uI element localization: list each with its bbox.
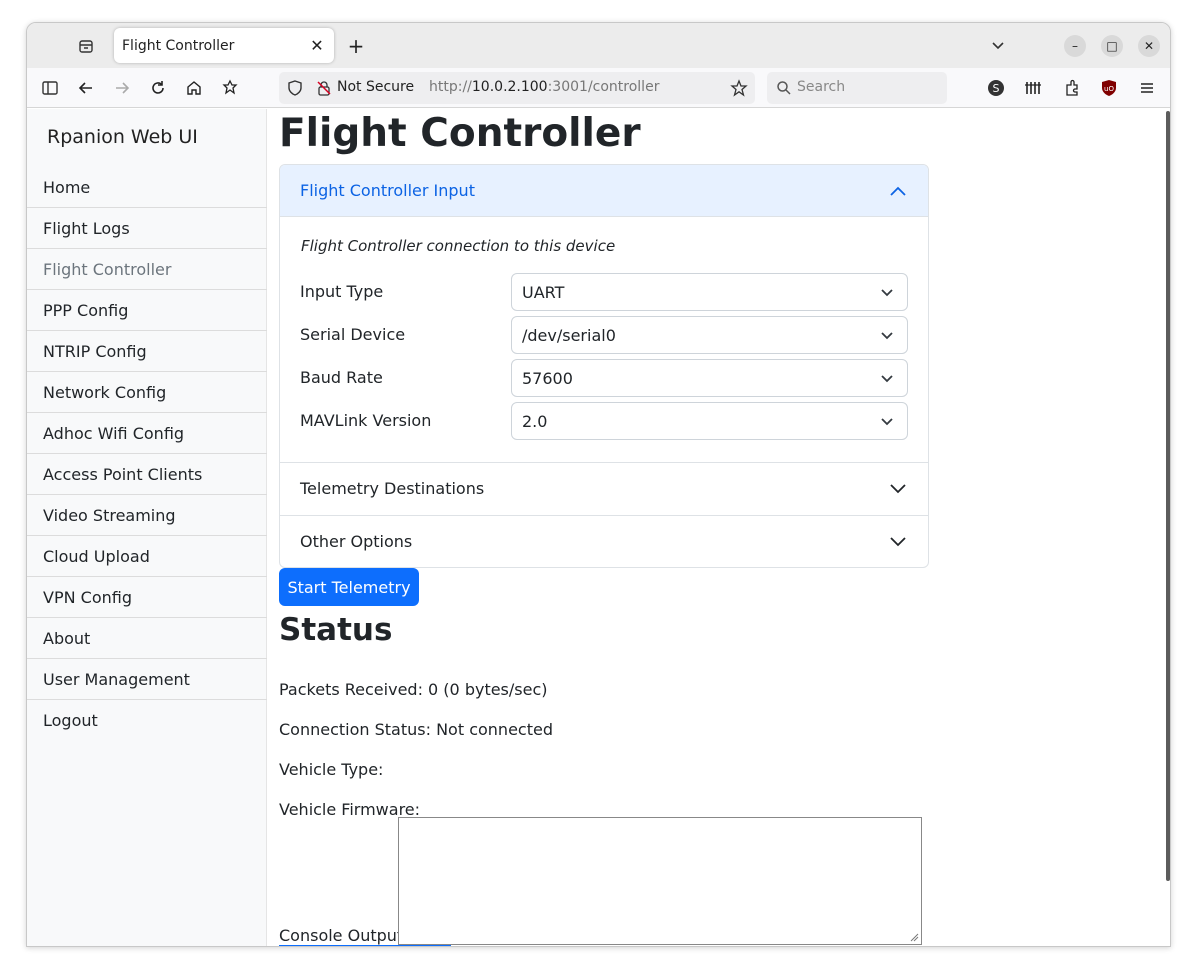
- extensions-icon[interactable]: [1061, 77, 1083, 99]
- mavlink-version-label: MAVLink Version: [300, 411, 432, 430]
- navigation-toolbar: Not Secure http://10.0.2.100:3001/contro…: [27, 68, 1170, 108]
- ublock-origin-icon[interactable]: uO: [1098, 77, 1120, 99]
- home-icon[interactable]: [183, 77, 205, 99]
- back-icon[interactable]: [75, 77, 97, 99]
- sidebar-item-ppp-config[interactable]: PPP Config: [27, 290, 267, 331]
- chevron-down-icon[interactable]: [987, 36, 1009, 56]
- main-content: Flight Controller Flight Controller Inpu…: [279, 109, 1159, 946]
- insecure-lock-icon[interactable]: [315, 79, 333, 97]
- packets-received-text: Packets Received: 0 (0 bytes/sec): [279, 680, 548, 699]
- settings-accordion: Flight Controller Input Flight Controlle…: [279, 164, 929, 568]
- account-s-icon[interactable]: S: [985, 77, 1007, 99]
- svg-text:S: S: [993, 82, 1000, 95]
- bookmark-star-icon[interactable]: [729, 78, 749, 98]
- url-path: :3001/controller: [547, 79, 660, 95]
- new-tab-icon[interactable]: +: [345, 34, 367, 58]
- chevron-up-icon: [888, 181, 908, 201]
- tab-title: Flight Controller: [122, 37, 235, 54]
- console-output-textarea[interactable]: [398, 817, 922, 945]
- console-scroll-indicator: [279, 945, 451, 946]
- accordion-flight-controller-input[interactable]: Flight Controller Input: [280, 165, 928, 217]
- resize-grip-icon[interactable]: [909, 932, 919, 942]
- connection-status-text: Connection Status: Not connected: [279, 720, 553, 739]
- sidebar-toggle-icon[interactable]: [39, 77, 61, 99]
- minimize-window-button[interactable]: –: [1064, 35, 1086, 57]
- chevron-down-icon: [879, 414, 895, 430]
- url-prefix: http://: [429, 79, 472, 95]
- sidebar-item-flight-controller[interactable]: Flight Controller: [27, 249, 267, 290]
- tab-flight-controller[interactable]: Flight Controller ✕: [114, 28, 334, 63]
- chevron-down-icon: [879, 371, 895, 387]
- sidebar-item-video-streaming[interactable]: Video Streaming: [27, 495, 267, 536]
- hamburger-menu-icon[interactable]: [1136, 77, 1158, 99]
- serial-device-row: Serial Device /dev/serial0: [300, 316, 910, 354]
- sidebar-item-access-point-clients[interactable]: Access Point Clients: [27, 454, 267, 495]
- sidebar-item-network-config[interactable]: Network Config: [27, 372, 267, 413]
- list-all-tabs-icon[interactable]: [75, 36, 97, 56]
- page-scrollbar[interactable]: [1166, 111, 1170, 881]
- close-window-button[interactable]: ✕: [1138, 35, 1160, 57]
- sidebar-item-flight-logs[interactable]: Flight Logs: [27, 208, 267, 249]
- url-text[interactable]: http://10.0.2.100:3001/controller: [429, 79, 659, 95]
- input-type-label: Input Type: [300, 282, 384, 301]
- mavlink-version-row: MAVLink Version 2.0: [300, 402, 910, 440]
- accordion-other-options[interactable]: Other Options: [280, 515, 928, 567]
- close-tab-icon[interactable]: ✕: [308, 36, 326, 55]
- accordion-telemetry-destinations[interactable]: Telemetry Destinations: [280, 462, 928, 514]
- tab-strip: Flight Controller ✕ + – □ ✕: [27, 23, 1170, 68]
- mavlink-version-value: 2.0: [522, 411, 548, 431]
- forward-icon[interactable]: [111, 77, 133, 99]
- baud-rate-select[interactable]: 57600: [511, 359, 908, 397]
- url-bar[interactable]: Not Secure http://10.0.2.100:3001/contro…: [279, 72, 755, 104]
- serial-device-select[interactable]: /dev/serial0: [511, 316, 908, 354]
- tracking-protection-shield-icon[interactable]: [285, 78, 305, 98]
- baud-rate-label: Baud Rate: [300, 368, 383, 387]
- sidebar: Rpanion Web UI Home Flight Logs Flight C…: [27, 109, 267, 946]
- sidebar-item-home[interactable]: Home: [27, 167, 267, 208]
- sidebar-item-logout[interactable]: Logout: [27, 700, 267, 741]
- page-title: Flight Controller: [279, 111, 641, 156]
- search-placeholder: Search: [797, 79, 846, 95]
- library-icon[interactable]: [1022, 77, 1044, 99]
- maximize-window-button[interactable]: □: [1101, 35, 1123, 57]
- not-secure-label: Not Secure: [337, 79, 415, 95]
- page-content: Rpanion Web UI Home Flight Logs Flight C…: [27, 109, 1170, 946]
- input-type-select[interactable]: UART: [511, 273, 908, 311]
- status-heading: Status: [279, 612, 393, 648]
- vehicle-type-text: Vehicle Type:: [279, 760, 384, 779]
- accordion-header-label: Other Options: [300, 532, 413, 551]
- start-telemetry-button[interactable]: Start Telemetry: [279, 568, 419, 606]
- serial-device-label: Serial Device: [300, 325, 406, 344]
- baud-rate-value: 57600: [522, 368, 573, 388]
- url-host: 10.0.2.100: [471, 79, 548, 95]
- chevron-down-icon: [879, 328, 895, 344]
- extensions-puzzle-icon[interactable]: [219, 77, 241, 99]
- baud-rate-row: Baud Rate 57600: [300, 359, 910, 397]
- input-type-value: UART: [522, 282, 565, 302]
- sidebar-item-about[interactable]: About: [27, 618, 267, 659]
- svg-text:uO: uO: [1104, 85, 1114, 93]
- accordion-description: Flight Controller connection to this dev…: [301, 237, 616, 255]
- sidebar-item-ntrip-config[interactable]: NTRIP Config: [27, 331, 267, 372]
- mavlink-version-select[interactable]: 2.0: [511, 402, 908, 440]
- console-output-label: Console Output:: [279, 926, 409, 945]
- input-type-row: Input Type UART: [300, 273, 910, 311]
- chevron-down-icon: [888, 532, 908, 552]
- sidebar-item-user-management[interactable]: User Management: [27, 659, 267, 700]
- accordion-header-label: Telemetry Destinations: [300, 479, 485, 498]
- accordion-header-label: Flight Controller Input: [300, 181, 475, 200]
- sidebar-item-vpn-config[interactable]: VPN Config: [27, 577, 267, 618]
- browser-window: Flight Controller ✕ + – □ ✕ Not Secure h…: [26, 22, 1171, 947]
- console-output-section: Console Output:: [279, 817, 929, 946]
- chevron-down-icon: [888, 479, 908, 499]
- search-bar[interactable]: Search: [767, 72, 947, 104]
- sidebar-item-cloud-upload[interactable]: Cloud Upload: [27, 536, 267, 577]
- serial-device-value: /dev/serial0: [522, 325, 616, 345]
- brand-title[interactable]: Rpanion Web UI: [47, 126, 198, 148]
- search-icon: [775, 79, 793, 97]
- reload-icon[interactable]: [147, 77, 169, 99]
- sidebar-item-adhoc-wifi-config[interactable]: Adhoc Wifi Config: [27, 413, 267, 454]
- chevron-down-icon: [879, 285, 895, 301]
